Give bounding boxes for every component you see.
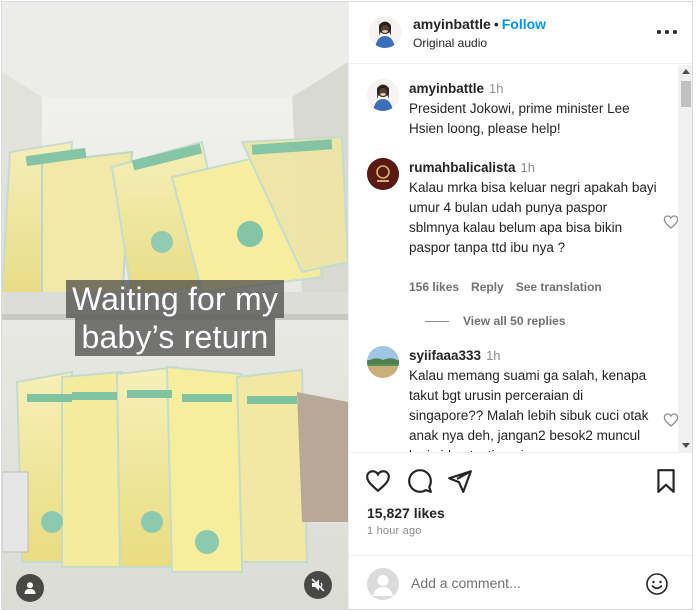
commenter-avatar[interactable] [367,346,399,378]
author-avatar-image [369,16,401,48]
user-icon [24,582,36,594]
post-timestamp: 1 hour ago [367,525,422,537]
comment-username[interactable]: amyinbattle [409,81,484,96]
follow-button[interactable]: Follow [502,16,546,32]
comment-text: President Jokowi, prime minister Lee Hsi… [409,101,630,136]
comment-body: amyinbattle 1h President Jokowi, prime mi… [409,79,659,139]
post-actions: 15,827 likes 1 hour ago [349,452,692,552]
commenter-avatar[interactable] [367,158,399,190]
comment-time: 1h [520,160,536,175]
overlay-line-1: Waiting for my [65,280,285,318]
comment-meta: 156 likes Reply See translation [409,280,614,294]
speaker-muted-icon [311,578,325,592]
overlay-line-2: baby’s return [75,318,275,356]
comment-username[interactable]: rumahbalicalista [409,160,516,175]
scroll-down-arrow[interactable] [682,443,690,448]
like-comment-heart-icon[interactable] [663,412,679,428]
more-options-icon[interactable] [657,24,677,40]
save-bookmark-icon[interactable] [653,468,679,494]
comment-username[interactable]: syiifaaa333 [409,348,481,363]
comment-body: rumahbalicalista 1h Kalau mrka bisa kelua… [409,158,659,258]
post-video[interactable]: Waiting for my baby’s return [2,2,348,609]
comment-bubble-icon[interactable] [407,468,433,494]
comment-likes[interactable]: 156 likes [409,280,459,294]
replies-divider-line [425,321,449,323]
post-dialog: Waiting for my baby’s return amyinbattle… [1,1,693,610]
author-username[interactable]: amyinbattle [413,16,491,32]
likes-count[interactable]: 15,827 likes [367,505,445,521]
scroll-up-arrow[interactable] [682,69,690,74]
brand-logo-icon [367,158,399,190]
landscape-avatar-image [367,346,399,378]
mute-toggle-button[interactable] [304,571,332,599]
video-caption-overlay: Waiting for my baby’s return [44,280,306,356]
tagged-users-button[interactable] [16,574,44,602]
comment-time: 1h [489,81,504,96]
comment-body: syiifaaa333 1h Kalau memang suami ga sala… [409,346,659,452]
current-user-avatar [367,568,399,600]
like-heart-icon[interactable] [365,468,391,494]
view-replies-button[interactable]: View all 50 replies [425,314,566,328]
comment-text: Kalau memang suami ga salah, kenapa taku… [409,368,649,452]
view-replies-label: View all 50 replies [463,314,566,328]
scroll-thumb[interactable] [681,81,691,107]
reply-button[interactable]: Reply [471,280,504,294]
post-author-line: amyinbattle • Follow [413,16,546,32]
comment-composer [349,555,692,609]
comments-scrollbar[interactable] [678,65,692,452]
separator-dot: • [493,16,499,32]
commenter-avatar[interactable] [367,79,399,111]
post-header: amyinbattle • Follow Original audio [349,2,692,64]
post-sidebar: amyinbattle • Follow Original audio amyi… [348,2,692,609]
default-avatar-icon [367,568,399,600]
add-comment-input[interactable] [411,572,641,594]
comment-time: 1h [486,348,501,363]
author-avatar[interactable] [369,16,401,48]
comments-list[interactable]: amyinbattle 1h President Jokowi, prime mi… [349,65,692,452]
comment-text: Kalau mrka bisa keluar negri apakah bayi… [409,180,657,255]
original-audio-link[interactable]: Original audio [413,36,487,50]
author-avatar-image [367,79,399,111]
see-translation-button[interactable]: See translation [516,280,602,294]
emoji-picker-icon[interactable] [645,572,669,596]
like-comment-heart-icon[interactable] [663,214,679,230]
share-send-icon[interactable] [447,468,473,494]
